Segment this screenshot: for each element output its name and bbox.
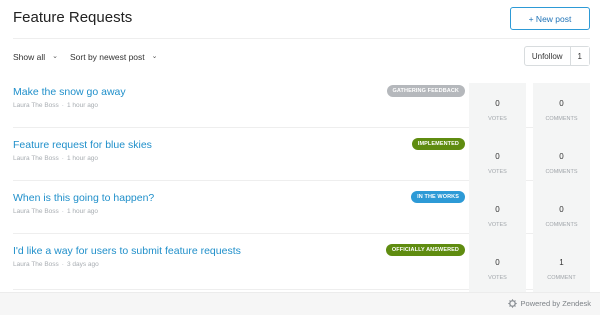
- zendesk-gear-icon: [507, 299, 517, 308]
- status-badge: IMPLEMENTED: [411, 138, 465, 150]
- chevron-down-icon: ⌄: [151, 53, 158, 60]
- show-filter-dropdown[interactable]: Show all ⌄: [13, 52, 58, 62]
- post-author[interactable]: Laura The Boss: [13, 261, 59, 268]
- comments-count: 0: [559, 151, 564, 161]
- show-filter-label: Show all: [13, 52, 46, 62]
- powered-by-label: Powered by Zendesk: [520, 299, 591, 308]
- comments-label: COMMENT: [547, 274, 576, 281]
- post-author[interactable]: Laura The Boss: [13, 155, 59, 162]
- follower-count: 1: [569, 47, 589, 65]
- votes-box: 0 VOTES: [469, 242, 526, 296]
- chevron-down-icon: ⌄: [52, 53, 59, 60]
- new-post-button[interactable]: + New post: [510, 7, 590, 30]
- post-author[interactable]: Laura The Boss: [13, 208, 59, 215]
- post-meta: Laura The Boss · 1 hour ago: [13, 102, 99, 109]
- page-footer: Powered by Zendesk: [0, 292, 600, 315]
- comments-box: 1 COMMENT: [533, 242, 590, 296]
- powered-by-zendesk-link[interactable]: Powered by Zendesk: [507, 299, 591, 308]
- votes-label: VOTES: [488, 221, 507, 228]
- status-badge: OFFICIALLY ANSWERED: [385, 244, 465, 256]
- sort-filter-label: Sort by newest post: [70, 52, 145, 62]
- votes-label: VOTES: [488, 274, 507, 281]
- page-header: Feature Requests + New post: [13, 0, 590, 39]
- post-time: 3 days ago: [66, 261, 99, 268]
- comments-label: COMMENTS: [545, 168, 578, 175]
- post-meta: Laura The Boss · 1 hour ago: [13, 208, 99, 215]
- post-title-link[interactable]: I'd like a way for users to submit featu…: [13, 245, 241, 257]
- comments-label: COMMENTS: [545, 115, 578, 122]
- post-row: Feature request for blue skies Laura The…: [13, 127, 590, 190]
- post-title-link[interactable]: When is this going to happen?: [13, 192, 154, 204]
- comments-label: COMMENTS: [545, 221, 578, 228]
- post-meta: Laura The Boss · 3 days ago: [13, 261, 99, 268]
- post-time: 1 hour ago: [66, 155, 99, 162]
- post-row: I'd like a way for users to submit featu…: [13, 233, 590, 296]
- votes-count: 0: [495, 257, 500, 267]
- status-badge: IN THE WORKS: [411, 191, 465, 203]
- comments-count: 0: [559, 204, 564, 214]
- votes-count: 0: [495, 151, 500, 161]
- votes-count: 0: [495, 204, 500, 214]
- votes-label: VOTES: [488, 115, 507, 122]
- unfollow-button[interactable]: Unfollow 1: [523, 46, 590, 66]
- post-time: 1 hour ago: [66, 208, 99, 215]
- post-time: 1 hour ago: [66, 102, 99, 109]
- unfollow-label: Unfollow: [531, 51, 563, 61]
- votes-count: 0: [495, 98, 500, 108]
- post-author[interactable]: Laura The Boss: [13, 102, 59, 109]
- post-row: When is this going to happen? Laura The …: [13, 180, 590, 243]
- sort-filter-dropdown[interactable]: Sort by newest post ⌄: [70, 52, 158, 62]
- votes-label: VOTES: [488, 168, 507, 175]
- post-row: Make the snow go away Laura The Boss · 1 h…: [13, 74, 590, 137]
- status-badge: GATHERING FEEDBACK: [386, 85, 465, 97]
- comments-count: 1: [559, 257, 564, 267]
- post-meta: Laura The Boss · 1 hour ago: [13, 155, 99, 162]
- post-title-link[interactable]: Feature request for blue skies: [13, 139, 152, 151]
- page-title: Feature Requests: [13, 9, 133, 26]
- feature-requests-page: Feature Requests + New post Show all ⌄ S…: [0, 0, 600, 315]
- filter-toolbar: Show all ⌄ Sort by newest post ⌄ Unfollo…: [13, 46, 590, 68]
- post-title-link[interactable]: Make the snow go away: [13, 86, 126, 98]
- comments-count: 0: [559, 98, 564, 108]
